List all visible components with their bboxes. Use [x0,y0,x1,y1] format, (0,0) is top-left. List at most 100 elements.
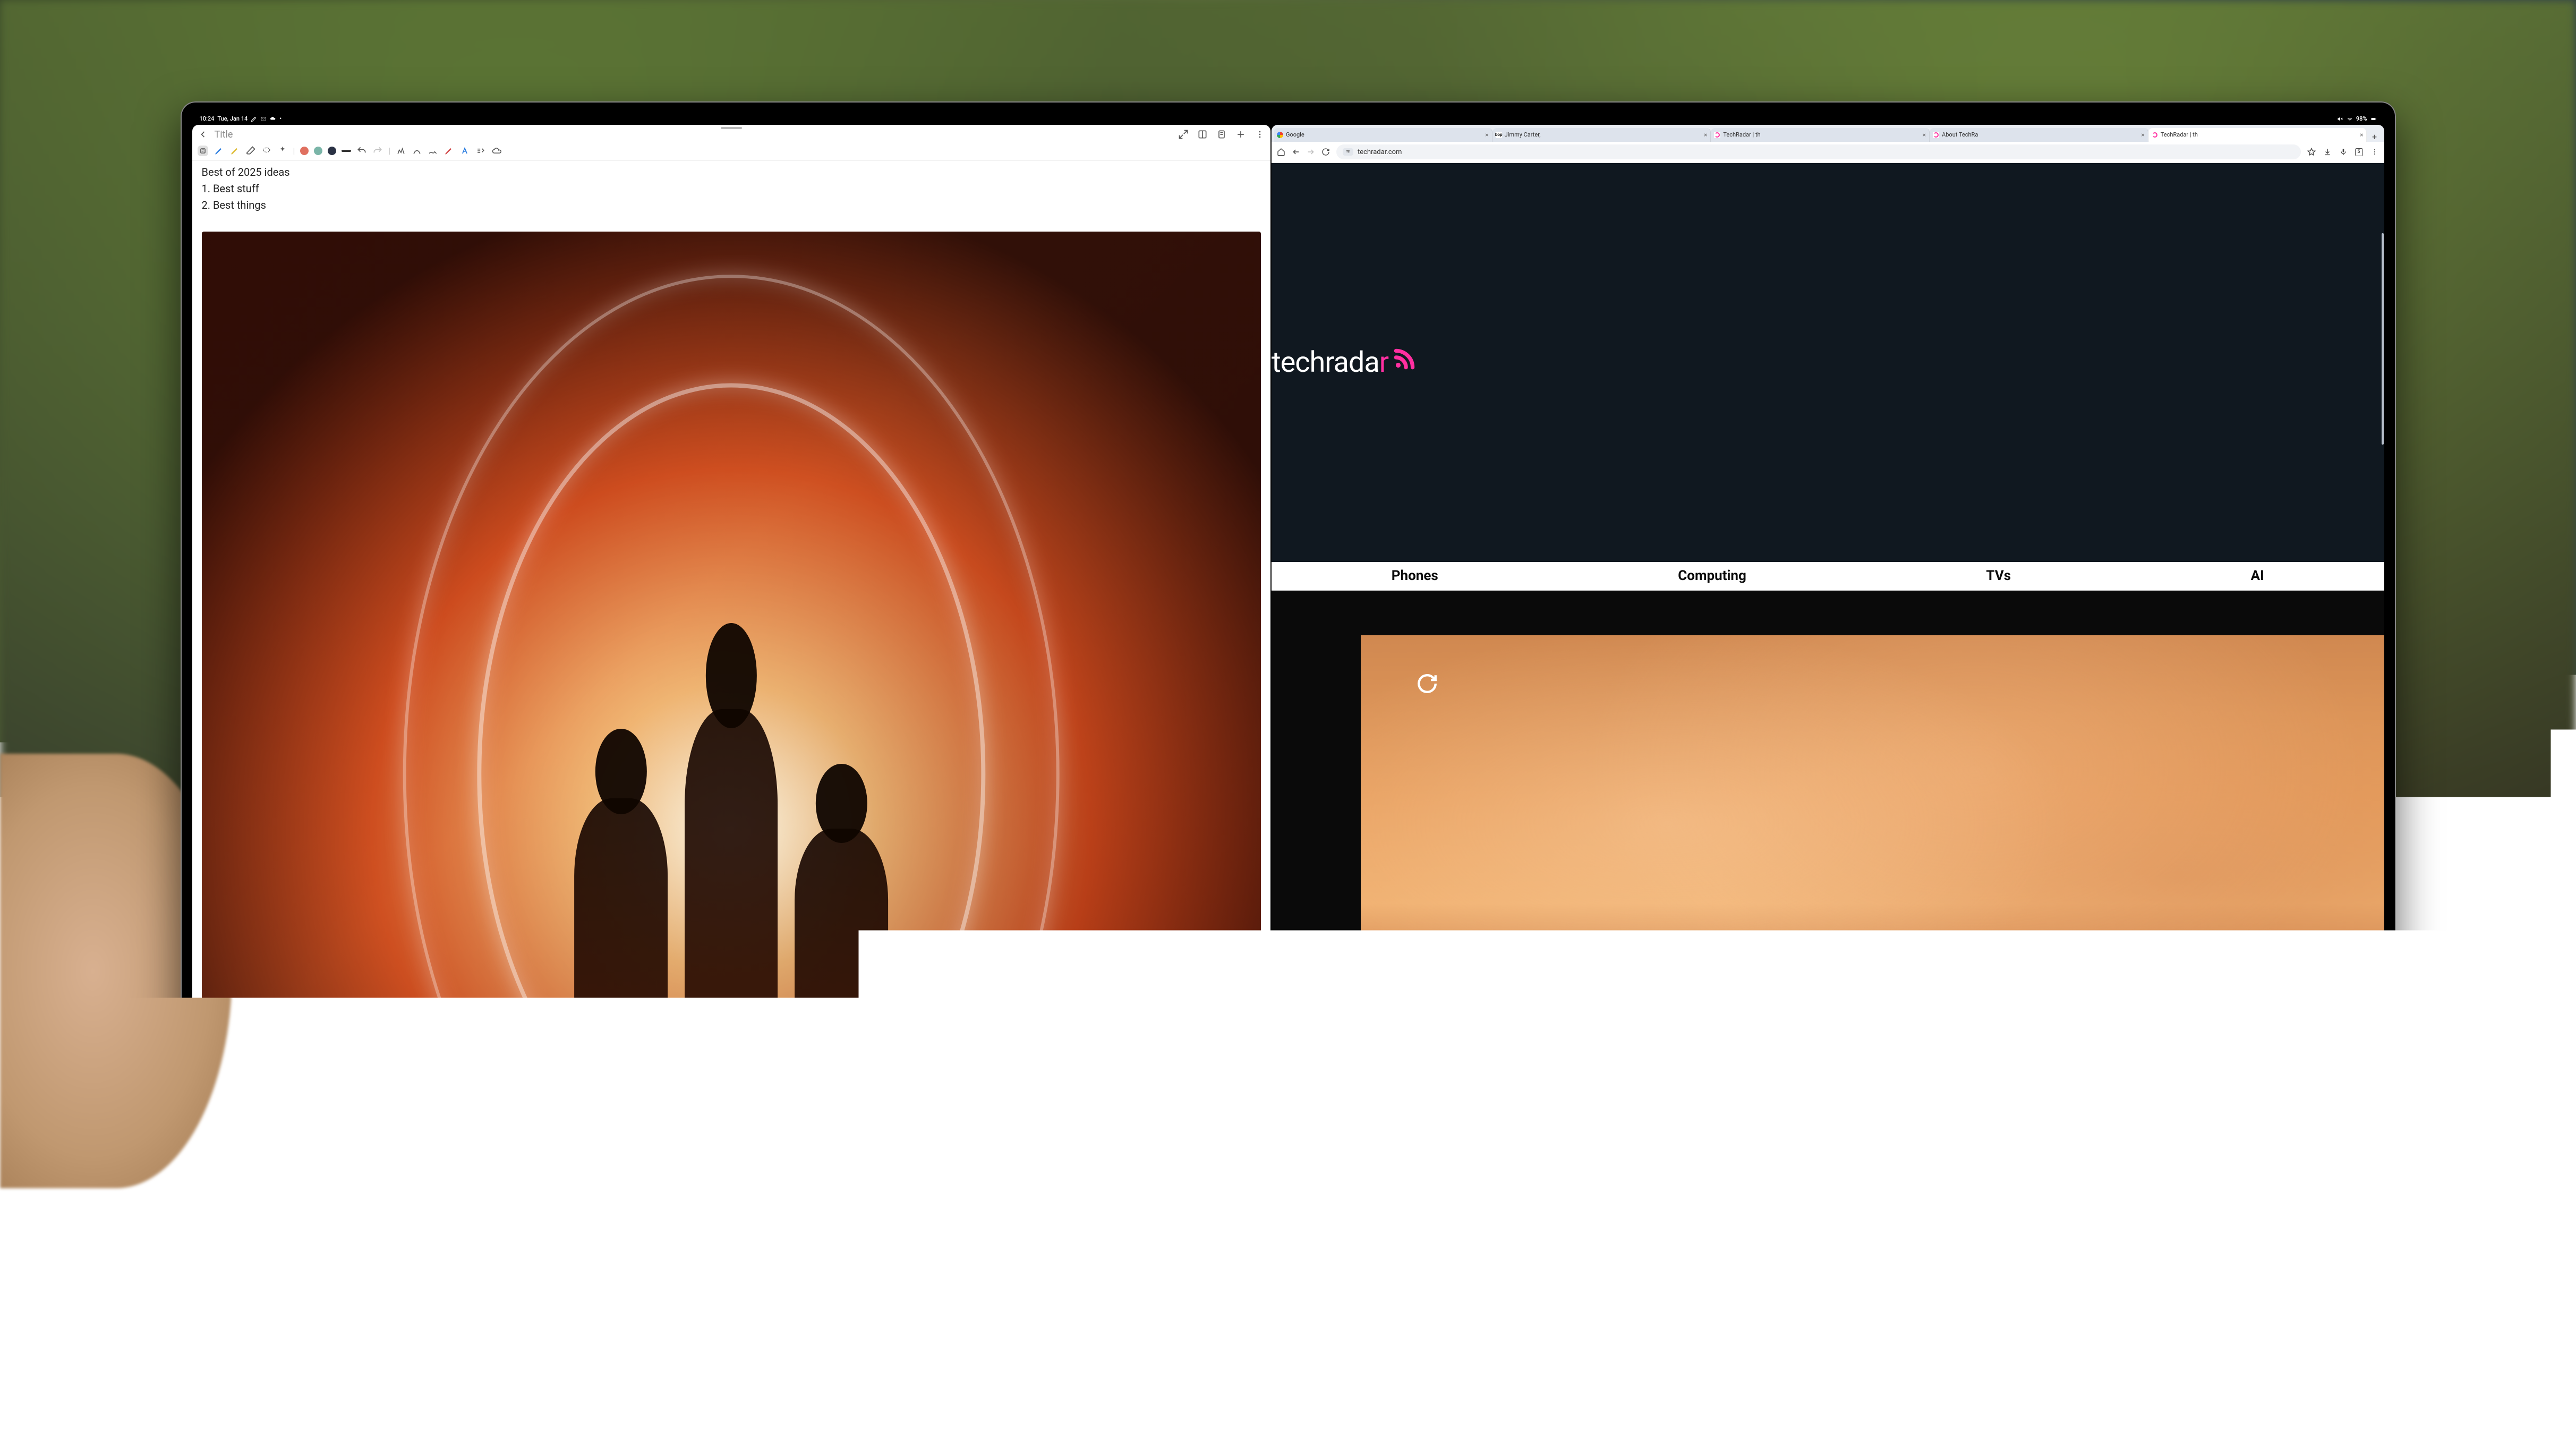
text-tool-icon[interactable] [198,146,208,156]
tab-jimmy-carter[interactable]: bop Jimmy Carter, × [1492,128,1711,142]
google-favicon-icon [1277,132,1283,138]
note-text[interactable]: Best of 2025 ideas 1. Best stuff 2. Best… [202,164,1261,214]
site-nav: Phones Computing TVs AI [1272,562,2384,591]
wifi-icon [2347,116,2353,122]
media-reload-icon[interactable] [1416,672,1438,695]
mic-icon[interactable] [2339,148,2348,156]
handwriting-icon[interactable] [428,146,438,156]
redo-icon[interactable] [372,146,383,156]
tab-google[interactable]: Google × [1274,128,1492,142]
new-tab-button[interactable]: + [2367,132,2382,142]
home-icon[interactable] [1277,148,1285,156]
cloud-icon [270,116,276,122]
close-tab-icon[interactable]: × [2360,131,2363,139]
cloud-tool-icon[interactable] [491,146,502,156]
trending-story[interactable]: Best of CES 2025 Awards [1375,1311,1519,1326]
nav-forward-icon[interactable] [1307,148,1315,156]
bop-favicon-icon: bop [1496,132,1502,138]
bold-button[interactable]: B [271,1323,277,1332]
checklist-icon[interactable] [200,1322,210,1333]
mute-icon [2337,116,2343,122]
taskbar-knob[interactable] [2132,1332,2139,1336]
tab-about-techradar[interactable]: About TechRa × [1930,128,2148,142]
page-icon[interactable] [1216,129,1227,140]
background-icon[interactable] [451,1322,462,1333]
page-scrollbar[interactable] [2381,163,2384,1336]
tooltip-text: To show the taskbar, touch and hold the … [2173,1269,2266,1293]
align-icon[interactable] [420,1322,430,1333]
convert-text-icon[interactable] [475,146,486,156]
drawing-toolbar: | | [192,142,1270,161]
url-field[interactable]: techradar.com [1336,144,2301,159]
nav-computing[interactable]: Computing [1678,568,1746,584]
underline-button[interactable]: U [298,1323,304,1332]
indent-left-icon[interactable] [379,1322,390,1333]
gesture-bar[interactable] [1259,1331,1317,1333]
eraser-tool-icon[interactable] [245,146,256,156]
lasso-tool-icon[interactable] [261,146,272,156]
indent-right-icon[interactable] [399,1322,410,1333]
nav-phones[interactable]: Phones [1392,568,1438,584]
color-coral[interactable] [300,147,309,155]
undo-icon[interactable] [356,146,367,156]
nav-back-icon[interactable] [1292,148,1300,156]
note-line-2: 1. Best stuff [202,181,1261,197]
svg-text:1: 1 [221,1324,223,1327]
note-title-field[interactable]: Title [215,129,1174,140]
strike-button[interactable]: T [329,1323,334,1332]
browser-more-icon[interactable] [2370,148,2379,156]
note-line-3: 2. Best things [202,197,1261,214]
embedded-video[interactable]: [Silvo] Excellent work, Brutus. Excellen… [202,232,1261,1317]
battery-icon [2370,116,2377,122]
url-text: techradar.com [1358,148,1402,156]
browser-app: Google × bop Jimmy Carter, × TechRadar |… [1272,125,2384,1336]
gmail-icon [260,116,267,122]
close-tab-icon[interactable]: × [1485,131,1488,139]
stroke-width[interactable] [342,150,351,152]
pen-tool-icon[interactable] [214,146,224,156]
close-tab-icon[interactable]: × [1704,131,1707,139]
camera-notch [1272,113,1304,120]
highlighter-tool-icon[interactable] [229,146,240,156]
note-canvas[interactable]: Best of 2025 ideas 1. Best stuff 2. Best… [192,161,1270,1317]
video-subtitle: [Silvo] Excellent work, Brutus. Excellen… [661,1206,801,1219]
color-teal[interactable] [314,147,322,155]
expand-icon[interactable] [1178,129,1189,140]
download-icon[interactable] [2323,148,2332,156]
tab-strip: Google × bop Jimmy Carter, × TechRadar |… [1272,125,2384,142]
reading-mode-icon[interactable] [1197,129,1208,140]
reload-icon[interactable] [1321,148,1330,156]
numbered-list-icon[interactable]: 1 [220,1322,231,1333]
tablet-frame: 10:24 Tue, Jan 14 • 98% Title [181,101,2396,1348]
close-tab-icon[interactable]: × [1923,131,1926,139]
italic-button[interactable]: I [286,1323,289,1332]
tab-techradar-active[interactable]: TechRadar | th × [2148,128,2367,142]
bullet-list-icon[interactable] [240,1322,251,1333]
laser-pen-icon[interactable] [443,146,454,156]
nav-ai[interactable]: AI [2251,568,2264,584]
tab-techradar-1[interactable]: TechRadar | th × [1711,128,1930,142]
star-icon[interactable] [2307,148,2316,156]
status-battery-pct: 98% [2356,115,2367,122]
notes-app: Title | [192,125,1270,1336]
shape-pen-icon[interactable] [396,146,406,156]
ai-tool-icon[interactable] [277,146,288,156]
tooltip-ok-button[interactable]: OK [2173,1298,2266,1306]
back-icon[interactable] [198,129,208,140]
straighten-icon[interactable] [412,146,422,156]
site-hero: techradar [1272,163,2384,562]
site-settings-icon[interactable] [1343,148,1353,156]
nav-tvs[interactable]: TVs [1986,568,2011,584]
techradar-logo[interactable]: techradar [1272,345,1418,379]
autofont-icon[interactable] [459,146,470,156]
textcolor-button[interactable]: T [313,1322,320,1333]
more-icon[interactable] [1255,129,1265,140]
webpage-viewport[interactable]: techradar Phones Com [1272,163,2384,1336]
color-navy[interactable] [328,147,336,155]
fontsize-control[interactable]: 12 [344,1323,358,1331]
close-tab-icon[interactable]: × [2141,131,2144,139]
tab-count-icon[interactable]: 5 [2355,148,2363,156]
add-icon[interactable] [1235,129,1246,140]
address-bar: techradar.com 5 [1272,142,2384,163]
gesture-indicator [192,1334,1270,1336]
